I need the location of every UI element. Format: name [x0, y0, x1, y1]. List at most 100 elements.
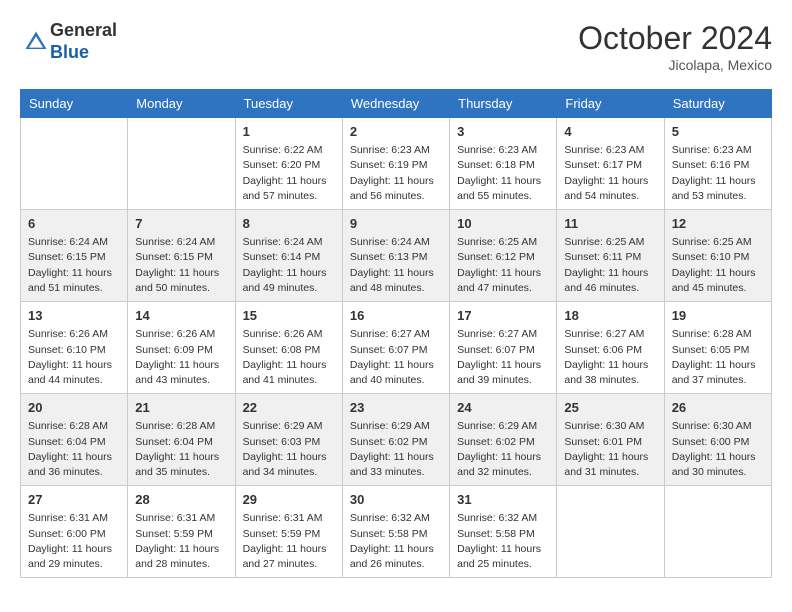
- day-info: Sunrise: 6:27 AM Sunset: 6:06 PM Dayligh…: [564, 327, 656, 388]
- calendar-cell: 5Sunrise: 6:23 AM Sunset: 6:16 PM Daylig…: [664, 118, 771, 210]
- day-info: Sunrise: 6:27 AM Sunset: 6:07 PM Dayligh…: [350, 327, 442, 388]
- day-number: 24: [457, 399, 549, 417]
- logo-icon: [22, 28, 50, 56]
- day-number: 15: [243, 307, 335, 325]
- day-number: 18: [564, 307, 656, 325]
- day-number: 8: [243, 215, 335, 233]
- logo: General Blue: [20, 20, 117, 63]
- day-info: Sunrise: 6:23 AM Sunset: 6:19 PM Dayligh…: [350, 143, 442, 204]
- day-number: 13: [28, 307, 120, 325]
- calendar-cell: 28 Sunrise: 6:31 AM Sunset: 5:59 PM Dayli…: [128, 486, 235, 578]
- calendar-cell: 23 Sunrise: 6:29 AM Sunset: 6:02 PM Dayli…: [342, 394, 449, 486]
- weekday-header-row: SundayMondayTuesdayWednesdayThursdayFrid…: [21, 90, 772, 118]
- day-info: Sunrise: 6:25 AM Sunset: 6:10 PM Dayligh…: [672, 235, 764, 296]
- calendar-cell: 24 Sunrise: 6:29 AM Sunset: 6:02 PM Dayli…: [450, 394, 557, 486]
- weekday-header-sunday: Sunday: [21, 90, 128, 118]
- calendar-cell: 30 Sunrise: 6:32 AM Sunset: 5:58 PM Dayli…: [342, 486, 449, 578]
- day-number: 22: [243, 399, 335, 417]
- day-number: 5: [672, 123, 764, 141]
- calendar-cell: 12 Sunrise: 6:25 AM Sunset: 6:10 PM Dayli…: [664, 210, 771, 302]
- calendar-cell: 14 Sunrise: 6:26 AM Sunset: 6:09 PM Dayli…: [128, 302, 235, 394]
- calendar-cell: 20 Sunrise: 6:28 AM Sunset: 6:04 PM Dayli…: [21, 394, 128, 486]
- month-title: October 2024: [578, 20, 772, 57]
- day-info: Sunrise: 6:32 AM Sunset: 5:58 PM Dayligh…: [457, 511, 549, 572]
- weekday-header-thursday: Thursday: [450, 90, 557, 118]
- day-info: Sunrise: 6:25 AM Sunset: 6:12 PM Dayligh…: [457, 235, 549, 296]
- day-number: 21: [135, 399, 227, 417]
- day-number: 11: [564, 215, 656, 233]
- calendar-cell: 11Sunrise: 6:25 AM Sunset: 6:11 PM Dayli…: [557, 210, 664, 302]
- day-number: 28: [135, 491, 227, 509]
- calendar-cell: 27 Sunrise: 6:31 AM Sunset: 6:00 PM Dayli…: [21, 486, 128, 578]
- calendar-cell: 6 Sunrise: 6:24 AM Sunset: 6:15 PM Daylig…: [21, 210, 128, 302]
- day-number: 25: [564, 399, 656, 417]
- calendar-cell: 31 Sunrise: 6:32 AM Sunset: 5:58 PM Dayli…: [450, 486, 557, 578]
- day-number: 3: [457, 123, 549, 141]
- calendar-cell: 22 Sunrise: 6:29 AM Sunset: 6:03 PM Dayli…: [235, 394, 342, 486]
- location-subtitle: Jicolapa, Mexico: [578, 57, 772, 73]
- day-number: 2: [350, 123, 442, 141]
- calendar-cell: [557, 486, 664, 578]
- day-info: Sunrise: 6:24 AM Sunset: 6:13 PM Dayligh…: [350, 235, 442, 296]
- day-number: 27: [28, 491, 120, 509]
- calendar-cell: 15 Sunrise: 6:26 AM Sunset: 6:08 PM Dayli…: [235, 302, 342, 394]
- day-info: Sunrise: 6:29 AM Sunset: 6:03 PM Dayligh…: [243, 419, 335, 480]
- calendar-cell: 4 Sunrise: 6:23 AM Sunset: 6:17 PM Daylig…: [557, 118, 664, 210]
- page-header: General Blue October 2024 Jicolapa, Mexi…: [20, 20, 772, 73]
- day-number: 9: [350, 215, 442, 233]
- calendar-week-row: 13 Sunrise: 6:26 AM Sunset: 6:10 PM Dayli…: [21, 302, 772, 394]
- day-info: Sunrise: 6:27 AM Sunset: 6:07 PM Dayligh…: [457, 327, 549, 388]
- day-info: Sunrise: 6:31 AM Sunset: 5:59 PM Dayligh…: [135, 511, 227, 572]
- weekday-header-monday: Monday: [128, 90, 235, 118]
- calendar-cell: 2 Sunrise: 6:23 AM Sunset: 6:19 PM Daylig…: [342, 118, 449, 210]
- day-number: 4: [564, 123, 656, 141]
- day-number: 10: [457, 215, 549, 233]
- day-info: Sunrise: 6:30 AM Sunset: 6:00 PM Dayligh…: [672, 419, 764, 480]
- day-info: Sunrise: 6:24 AM Sunset: 6:15 PM Dayligh…: [135, 235, 227, 296]
- day-info: Sunrise: 6:29 AM Sunset: 6:02 PM Dayligh…: [350, 419, 442, 480]
- day-info: Sunrise: 6:28 AM Sunset: 6:04 PM Dayligh…: [28, 419, 120, 480]
- calendar-week-row: 1 Sunrise: 6:22 AM Sunset: 6:20 PM Daylig…: [21, 118, 772, 210]
- day-info: Sunrise: 6:26 AM Sunset: 6:10 PM Dayligh…: [28, 327, 120, 388]
- day-info: Sunrise: 6:31 AM Sunset: 6:00 PM Dayligh…: [28, 511, 120, 572]
- day-number: 23: [350, 399, 442, 417]
- calendar-cell: 26Sunrise: 6:30 AM Sunset: 6:00 PM Dayli…: [664, 394, 771, 486]
- calendar-cell: [21, 118, 128, 210]
- day-number: 31: [457, 491, 549, 509]
- calendar-cell: 29Sunrise: 6:31 AM Sunset: 5:59 PM Dayli…: [235, 486, 342, 578]
- day-number: 29: [243, 491, 335, 509]
- day-info: Sunrise: 6:24 AM Sunset: 6:14 PM Dayligh…: [243, 235, 335, 296]
- day-info: Sunrise: 6:32 AM Sunset: 5:58 PM Dayligh…: [350, 511, 442, 572]
- calendar-week-row: 6 Sunrise: 6:24 AM Sunset: 6:15 PM Daylig…: [21, 210, 772, 302]
- day-number: 14: [135, 307, 227, 325]
- calendar-cell: [128, 118, 235, 210]
- day-number: 1: [243, 123, 335, 141]
- day-number: 6: [28, 215, 120, 233]
- calendar-cell: [664, 486, 771, 578]
- day-info: Sunrise: 6:22 AM Sunset: 6:20 PM Dayligh…: [243, 143, 335, 204]
- day-number: 7: [135, 215, 227, 233]
- day-info: Sunrise: 6:28 AM Sunset: 6:04 PM Dayligh…: [135, 419, 227, 480]
- day-info: Sunrise: 6:29 AM Sunset: 6:02 PM Dayligh…: [457, 419, 549, 480]
- title-block: October 2024 Jicolapa, Mexico: [578, 20, 772, 73]
- day-info: Sunrise: 6:26 AM Sunset: 6:08 PM Dayligh…: [243, 327, 335, 388]
- calendar-cell: 8 Sunrise: 6:24 AM Sunset: 6:14 PM Daylig…: [235, 210, 342, 302]
- day-number: 30: [350, 491, 442, 509]
- day-info: Sunrise: 6:24 AM Sunset: 6:15 PM Dayligh…: [28, 235, 120, 296]
- day-number: 20: [28, 399, 120, 417]
- calendar-week-row: 27 Sunrise: 6:31 AM Sunset: 6:00 PM Dayli…: [21, 486, 772, 578]
- day-number: 12: [672, 215, 764, 233]
- calendar-cell: 17 Sunrise: 6:27 AM Sunset: 6:07 PM Dayli…: [450, 302, 557, 394]
- day-info: Sunrise: 6:26 AM Sunset: 6:09 PM Dayligh…: [135, 327, 227, 388]
- weekday-header-tuesday: Tuesday: [235, 90, 342, 118]
- day-info: Sunrise: 6:28 AM Sunset: 6:05 PM Dayligh…: [672, 327, 764, 388]
- calendar-cell: 13 Sunrise: 6:26 AM Sunset: 6:10 PM Dayli…: [21, 302, 128, 394]
- weekday-header-wednesday: Wednesday: [342, 90, 449, 118]
- calendar-cell: 7 Sunrise: 6:24 AM Sunset: 6:15 PM Daylig…: [128, 210, 235, 302]
- day-info: Sunrise: 6:23 AM Sunset: 6:17 PM Dayligh…: [564, 143, 656, 204]
- calendar-cell: 1 Sunrise: 6:22 AM Sunset: 6:20 PM Daylig…: [235, 118, 342, 210]
- weekday-header-friday: Friday: [557, 90, 664, 118]
- day-number: 16: [350, 307, 442, 325]
- day-number: 17: [457, 307, 549, 325]
- logo-blue: Blue: [50, 42, 89, 62]
